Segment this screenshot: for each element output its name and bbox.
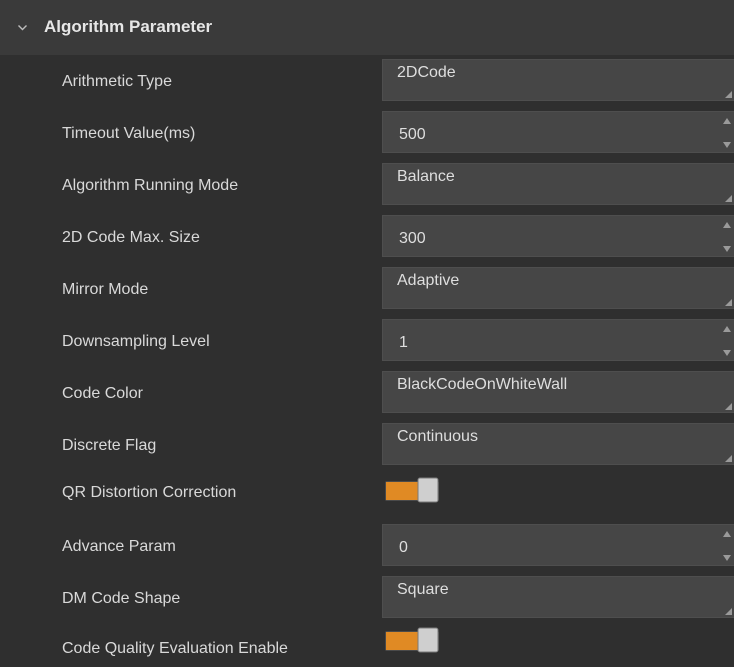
resize-grip-icon	[725, 299, 732, 306]
spin-arrows-icon[interactable]	[722, 324, 732, 358]
downsampling-level-spinbox[interactable]: 1	[382, 319, 734, 361]
timeout-value-spinbox[interactable]: 500	[382, 111, 734, 153]
chevron-down-icon[interactable]	[18, 23, 27, 32]
param-label: Code Color	[62, 385, 143, 402]
field-value: 2DCode	[397, 64, 456, 81]
resize-grip-icon	[725, 403, 732, 410]
property-panel: Algorithm Parameter Arithmetic Type 2DCo…	[0, 0, 734, 667]
dm-code-shape-select[interactable]: Square	[382, 576, 734, 618]
param-row-arithmetic-type: Arithmetic Type 2DCode	[0, 55, 734, 107]
advance-param-spinbox[interactable]: 0	[382, 524, 734, 566]
param-row-algorithm-running-mode: Algorithm Running Mode Balance	[0, 159, 734, 211]
param-label: DM Code Shape	[62, 590, 181, 607]
resize-grip-icon	[725, 608, 732, 615]
resize-grip-icon	[725, 195, 732, 202]
param-row-code-quality-evaluation-enable: Code Quality Evaluation Enable	[0, 624, 734, 667]
algorithm-running-mode-select[interactable]: Balance	[382, 163, 734, 205]
param-label: Algorithm Running Mode	[62, 177, 239, 194]
resize-grip-icon	[725, 91, 732, 98]
spin-arrows-icon[interactable]	[722, 116, 732, 150]
param-row-dm-code-shape: DM Code Shape Square	[0, 572, 734, 624]
field-value: Balance	[397, 168, 455, 185]
param-label: Advance Param	[62, 538, 176, 555]
param-label: Downsampling Level	[62, 333, 210, 350]
field-value: 0	[399, 539, 408, 556]
code-quality-evaluation-toggle[interactable]	[385, 627, 439, 653]
field-value: Adaptive	[397, 272, 460, 289]
mirror-mode-select[interactable]: Adaptive	[382, 267, 734, 309]
arithmetic-type-select[interactable]: 2DCode	[382, 59, 734, 101]
param-label: Code Quality Evaluation Enable	[62, 640, 288, 657]
param-label: Arithmetic Type	[62, 73, 172, 90]
field-value: 500	[399, 126, 426, 143]
param-row-mirror-mode: Mirror Mode Adaptive	[0, 263, 734, 315]
section-title: Algorithm Parameter	[44, 17, 213, 36]
field-value: 300	[399, 230, 426, 247]
param-row-advance-param: Advance Param 0	[0, 520, 734, 572]
field-value: Continuous	[397, 428, 478, 445]
qr-distortion-correction-toggle[interactable]	[385, 477, 439, 503]
param-label: Mirror Mode	[62, 281, 149, 298]
param-row-2d-code-max-size: 2D Code Max. Size 300	[0, 211, 734, 263]
param-row-code-color: Code Color BlackCodeOnWhiteWall	[0, 367, 734, 419]
code-color-select[interactable]: BlackCodeOnWhiteWall	[382, 371, 734, 413]
discrete-flag-select[interactable]: Continuous	[382, 423, 734, 465]
param-label: Timeout Value(ms)	[62, 125, 196, 142]
resize-grip-icon	[725, 455, 732, 462]
param-label: QR Distortion Correction	[62, 484, 237, 501]
param-label: 2D Code Max. Size	[62, 229, 200, 246]
spin-arrows-icon[interactable]	[722, 529, 732, 563]
spin-arrows-icon[interactable]	[722, 220, 732, 254]
section-header[interactable]: Algorithm Parameter	[0, 0, 734, 55]
param-row-qr-distortion-correction: QR Distortion Correction	[0, 471, 734, 523]
field-value: Square	[397, 581, 449, 598]
param-row-discrete-flag: Discrete Flag Continuous	[0, 419, 734, 471]
param-row-downsampling-level: Downsampling Level 1	[0, 315, 734, 367]
2d-code-max-size-spinbox[interactable]: 300	[382, 215, 734, 257]
param-row-timeout-value: Timeout Value(ms) 500	[0, 107, 734, 159]
field-value: BlackCodeOnWhiteWall	[397, 376, 568, 393]
param-label: Discrete Flag	[62, 437, 157, 454]
field-value: 1	[399, 334, 408, 351]
